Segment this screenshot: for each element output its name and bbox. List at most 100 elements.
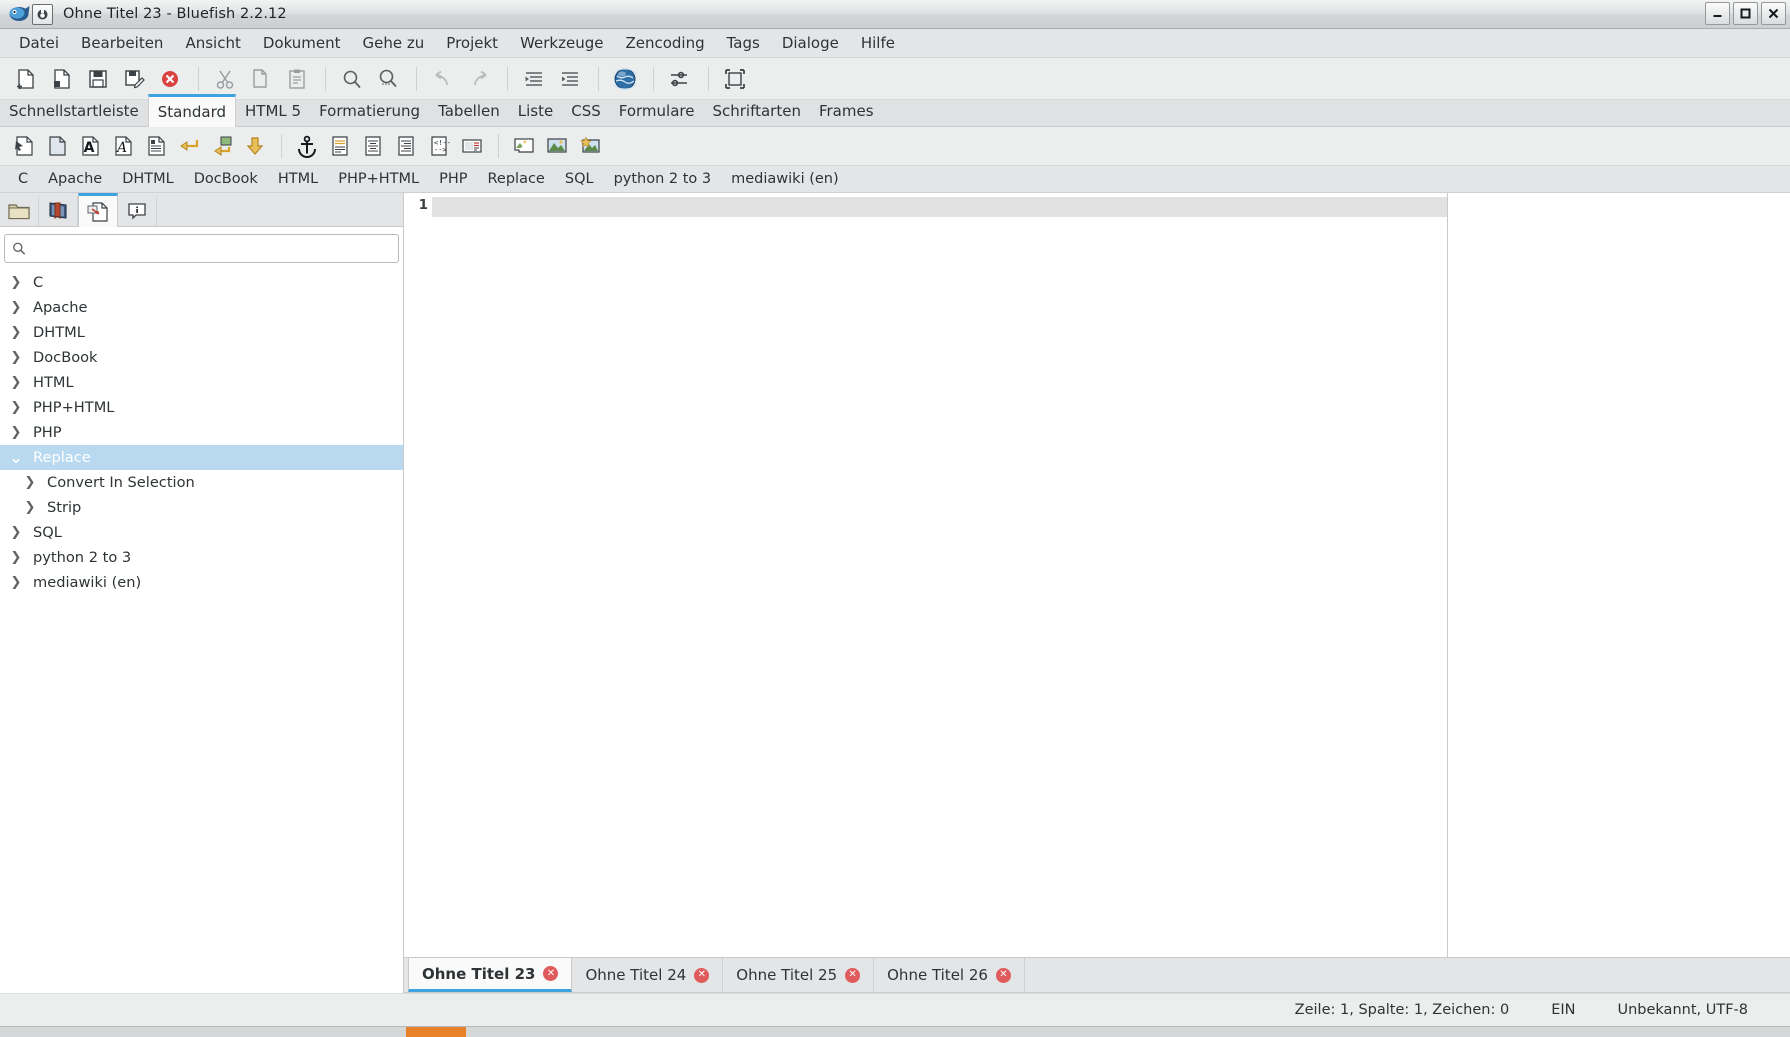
paste-button[interactable] <box>280 64 314 94</box>
menu-dialoge[interactable]: Dialoge <box>771 31 850 55</box>
sniptab-html[interactable]: HTML <box>268 169 328 189</box>
tree-item-python-2-to-3[interactable]: ❯ python 2 to 3 <box>0 545 403 570</box>
sidebar-tab-bookmarks[interactable] <box>39 196 78 226</box>
multi-thumbnail-button[interactable] <box>574 132 605 160</box>
tree-item-convert-in-selection[interactable]: ❯ Convert In Selection <box>0 470 403 495</box>
chevron-right-icon[interactable]: ❯ <box>6 525 26 540</box>
encoding-status[interactable]: Unbekannt, UTF-8 <box>1617 1002 1748 1018</box>
close-icon[interactable]: ✕ <box>995 967 1011 983</box>
close-icon[interactable]: ✕ <box>543 966 559 981</box>
tab-liste[interactable]: Liste <box>509 97 562 126</box>
quickstart-button[interactable] <box>8 132 39 160</box>
tree-item-apache[interactable]: ❯ Apache <box>0 295 403 320</box>
editor-secondary-view[interactable] <box>1448 193 1790 957</box>
menu-bearbeiten[interactable]: Bearbeiten <box>70 31 174 55</box>
bold-button[interactable]: A <box>74 132 105 160</box>
open-document-button[interactable] <box>45 64 79 94</box>
chevron-right-icon[interactable]: ❯ <box>6 400 26 415</box>
document-tab-ohne-titel-26[interactable]: Ohne Titel 26 ✕ <box>874 958 1025 992</box>
chevron-down-icon[interactable]: ⌄ <box>6 449 26 466</box>
chevron-right-icon[interactable]: ❯ <box>6 550 26 565</box>
tab-frames[interactable]: Frames <box>810 97 883 126</box>
tree-item-sql[interactable]: ❯ SQL <box>0 520 403 545</box>
align-center-button[interactable] <box>357 132 388 160</box>
email-button[interactable] <box>456 132 487 160</box>
preferences-button[interactable] <box>663 64 697 94</box>
break-clear-button[interactable] <box>206 132 237 160</box>
menu-zencoding[interactable]: Zencoding <box>614 31 715 55</box>
tree-item-replace[interactable]: ⌄ Replace <box>0 445 403 470</box>
tab-schriftarten[interactable]: Schriftarten <box>703 97 809 126</box>
tree-item-mediawiki-en[interactable]: ❯ mediawiki (en) <box>0 570 403 595</box>
italic-button[interactable]: A <box>107 132 138 160</box>
tab-tabellen[interactable]: Tabellen <box>429 97 509 126</box>
close-icon[interactable]: ✕ <box>694 967 710 983</box>
maximize-button[interactable] <box>1733 2 1758 25</box>
tab-html5[interactable]: HTML 5 <box>236 97 310 126</box>
save-as-button[interactable] <box>117 64 151 94</box>
tree-item-docbook[interactable]: ❯ DocBook <box>0 345 403 370</box>
chevron-right-icon[interactable]: ❯ <box>6 425 26 440</box>
linebreak-button[interactable] <box>173 132 204 160</box>
cut-button[interactable] <box>208 64 242 94</box>
thumbnail-button[interactable] <box>541 132 572 160</box>
find-replace-button[interactable] <box>371 64 405 94</box>
menu-werkzeuge[interactable]: Werkzeuge <box>509 31 614 55</box>
close-document-button[interactable] <box>153 64 187 94</box>
tree-item-c[interactable]: ❯ C <box>0 270 403 295</box>
chevron-right-icon[interactable]: ❯ <box>6 375 26 390</box>
menu-projekt[interactable]: Projekt <box>435 31 509 55</box>
copy-button[interactable] <box>244 64 278 94</box>
menu-datei[interactable]: Datei <box>8 31 70 55</box>
body-button[interactable] <box>41 132 72 160</box>
image-button[interactable] <box>508 132 539 160</box>
save-button[interactable] <box>81 64 115 94</box>
fullscreen-button[interactable] <box>718 64 752 94</box>
chevron-right-icon[interactable]: ❯ <box>6 350 26 365</box>
sniptab-replace[interactable]: Replace <box>478 169 555 189</box>
chevron-right-icon[interactable]: ❯ <box>20 475 40 490</box>
sidebar-search[interactable] <box>4 234 399 263</box>
new-document-button[interactable] <box>9 64 43 94</box>
undo-button[interactable] <box>426 64 460 94</box>
sniptab-mediawiki-en[interactable]: mediawiki (en) <box>721 169 849 189</box>
tab-schnellstartleiste[interactable]: Schnellstartleiste <box>0 97 148 126</box>
comment-button[interactable]: <!-- --> <box>423 132 454 160</box>
editor-primary-view[interactable]: 1 <box>404 193 1448 957</box>
chevron-right-icon[interactable]: ❯ <box>6 575 26 590</box>
sidebar-tab-reference[interactable] <box>118 196 157 226</box>
menu-gehe-zu[interactable]: Gehe zu <box>352 31 436 55</box>
chevron-right-icon[interactable]: ❯ <box>6 325 26 340</box>
unindent-button[interactable] <box>517 64 551 94</box>
tree-item-php[interactable]: ❯ PHP <box>0 420 403 445</box>
tab-css[interactable]: CSS <box>562 97 610 126</box>
tree-item-php-html[interactable]: ❯ PHP+HTML <box>0 395 403 420</box>
sidebar-tab-snippets[interactable] <box>78 193 118 227</box>
anchor-button[interactable] <box>291 132 322 160</box>
chevron-right-icon[interactable]: ❯ <box>6 300 26 315</box>
align-left-button[interactable] <box>324 132 355 160</box>
tree-item-strip[interactable]: ❯ Strip <box>0 495 403 520</box>
paragraph-button[interactable] <box>140 132 171 160</box>
document-tab-ohne-titel-25[interactable]: Ohne Titel 25 ✕ <box>723 958 875 992</box>
indent-button[interactable] <box>553 64 587 94</box>
chevron-right-icon[interactable]: ❯ <box>6 275 26 290</box>
sniptab-php-html[interactable]: PHP+HTML <box>328 169 429 189</box>
menu-ansicht[interactable]: Ansicht <box>174 31 251 55</box>
sniptab-docbook[interactable]: DocBook <box>184 169 268 189</box>
close-icon[interactable]: ✕ <box>845 967 861 983</box>
insert-mode-status[interactable]: EIN <box>1551 1002 1575 1018</box>
sniptab-apache[interactable]: Apache <box>38 169 112 189</box>
non-breaking-space-button[interactable] <box>239 132 270 160</box>
document-tab-ohne-titel-24[interactable]: Ohne Titel 24 ✕ <box>572 958 724 992</box>
document-tab-ohne-titel-23[interactable]: Ohne Titel 23 ✕ <box>408 958 573 992</box>
editor-text-area[interactable] <box>432 193 1447 957</box>
redo-button[interactable] <box>462 64 496 94</box>
align-right-button[interactable] <box>390 132 421 160</box>
chevron-right-icon[interactable]: ❯ <box>20 500 40 515</box>
menu-hilfe[interactable]: Hilfe <box>850 31 906 55</box>
sniptab-php[interactable]: PHP <box>429 169 477 189</box>
find-button[interactable] <box>335 64 369 94</box>
sniptab-c[interactable]: C <box>8 169 38 189</box>
close-button[interactable] <box>1761 2 1786 25</box>
